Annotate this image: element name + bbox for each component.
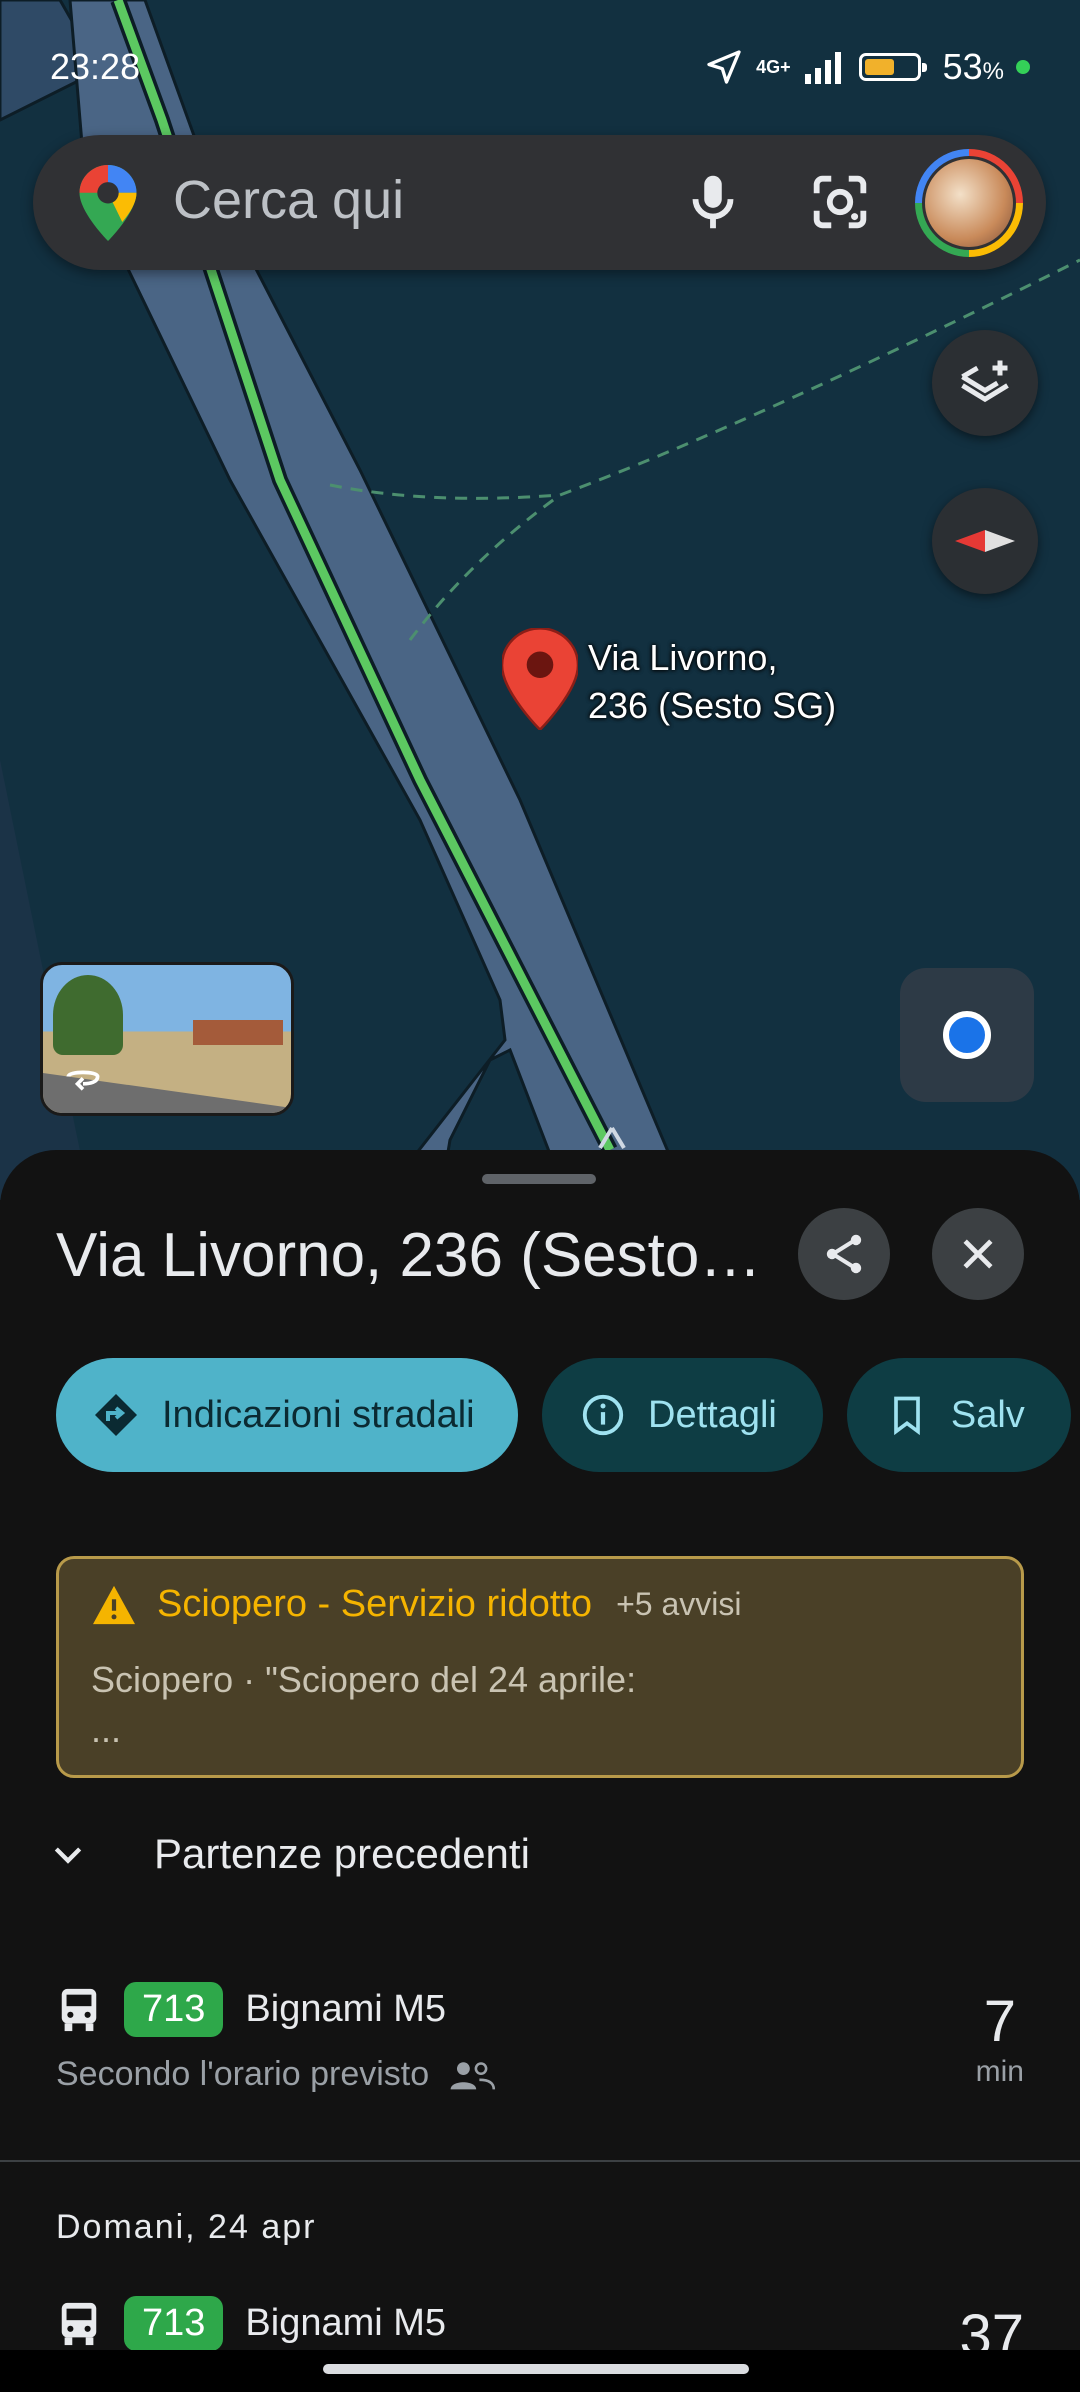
destination: Bignami M5 bbox=[245, 1988, 447, 2030]
signal-icon bbox=[804, 52, 841, 84]
save-button[interactable]: Salv bbox=[846, 1358, 1071, 1472]
bookmark-icon bbox=[894, 1396, 920, 1436]
street-view-thumbnail[interactable] bbox=[40, 962, 294, 1116]
battery-icon bbox=[858, 53, 927, 81]
line-badge: 713 bbox=[124, 2296, 224, 2351]
warning-icon bbox=[93, 1585, 135, 1624]
search-bar[interactable]: Cerca qui bbox=[33, 135, 1046, 270]
line-badge: 713 bbox=[124, 1982, 224, 2037]
crowding-icon bbox=[450, 2061, 496, 2090]
place-bottom-sheet[interactable]: Via Livorno, 236 (Sesto… Indicazioni str… bbox=[0, 1150, 1080, 2392]
info-icon bbox=[582, 1394, 624, 1436]
action-chips: Indicazioni stradali Dettagli Salv bbox=[56, 1358, 1071, 1472]
search-input[interactable]: Cerca qui bbox=[173, 169, 404, 231]
destination: Bignami M5 bbox=[245, 2302, 447, 2344]
account-avatar[interactable] bbox=[915, 149, 1023, 257]
schedule-status: Secondo l'orario previsto bbox=[56, 2055, 430, 2093]
place-title: Via Livorno, 236 (Sesto… bbox=[56, 1221, 762, 1290]
alert-body: Sciopero · "Sciopero del 24 aprile: ... bbox=[91, 1659, 637, 1750]
layers-icon bbox=[961, 360, 1009, 403]
google-lens-icon[interactable] bbox=[805, 167, 875, 237]
system-navigation-bar bbox=[0, 2350, 1080, 2392]
compass-icon bbox=[955, 530, 1015, 552]
status-icons: 4G+ 53% bbox=[704, 46, 1030, 88]
close-icon bbox=[963, 1239, 993, 1269]
alert-title: Sciopero - Servizio ridotto bbox=[157, 1583, 593, 1625]
tomorrow-label: Domani, 24 apr bbox=[56, 2208, 317, 2246]
my-location-button[interactable] bbox=[900, 968, 1034, 1102]
close-button[interactable] bbox=[932, 1208, 1024, 1300]
alert-more-count[interactable]: +5 avvisi bbox=[616, 1586, 741, 1623]
location-arrow-icon bbox=[707, 50, 741, 84]
directions-icon bbox=[95, 1394, 137, 1436]
home-gesture-pill[interactable] bbox=[323, 2364, 749, 2374]
previous-departures-label: Partenze precedenti bbox=[154, 1830, 530, 1877]
status-time: 23:28 bbox=[50, 46, 141, 87]
compass-button[interactable] bbox=[932, 488, 1038, 594]
share-button[interactable] bbox=[798, 1208, 890, 1300]
bus-icon bbox=[61, 2302, 97, 2345]
share-icon bbox=[826, 1234, 862, 1274]
battery-percent: 53% bbox=[942, 46, 1004, 87]
departure-minutes: 7 min bbox=[975, 1989, 1024, 2088]
street-view-rotate-icon bbox=[66, 1070, 100, 1091]
bus-icon bbox=[61, 1988, 97, 2031]
google-maps-logo-icon bbox=[79, 165, 137, 241]
details-button[interactable]: Dettagli bbox=[542, 1358, 823, 1472]
place-pin-label[interactable]: Via Livorno, 236 (Sesto SG) bbox=[588, 634, 836, 730]
place-pin-icon[interactable] bbox=[502, 628, 578, 730]
departure-row[interactable]: 713 Bignami M5 37 bbox=[56, 2296, 1024, 2368]
my-location-icon bbox=[943, 1011, 991, 1059]
privacy-indicator-icon bbox=[1016, 60, 1030, 74]
network-type: 4G+ bbox=[756, 57, 791, 77]
chevron-down-icon bbox=[54, 1847, 82, 1864]
map-view[interactable]: 23:28 4G+ 53% Cerca qui Via Livorno, 236… bbox=[0, 0, 1080, 1200]
status-bar: 23:28 4G+ 53% bbox=[0, 40, 1080, 100]
divider bbox=[0, 2160, 1080, 2162]
service-alert-card[interactable]: Sciopero - Servizio ridotto +5 avvisi Sc… bbox=[56, 1556, 1024, 1778]
battery-fill bbox=[864, 59, 895, 75]
microphone-icon[interactable] bbox=[678, 167, 748, 237]
directions-button[interactable]: Indicazioni stradali bbox=[56, 1358, 518, 1472]
layers-button[interactable] bbox=[932, 330, 1038, 436]
previous-departures-toggle[interactable]: Partenze precedenti bbox=[48, 1830, 530, 1878]
departure-row[interactable]: 713 Bignami M5 Secondo l'orario previsto… bbox=[56, 1982, 1024, 2094]
sheet-drag-handle[interactable] bbox=[482, 1174, 596, 1184]
